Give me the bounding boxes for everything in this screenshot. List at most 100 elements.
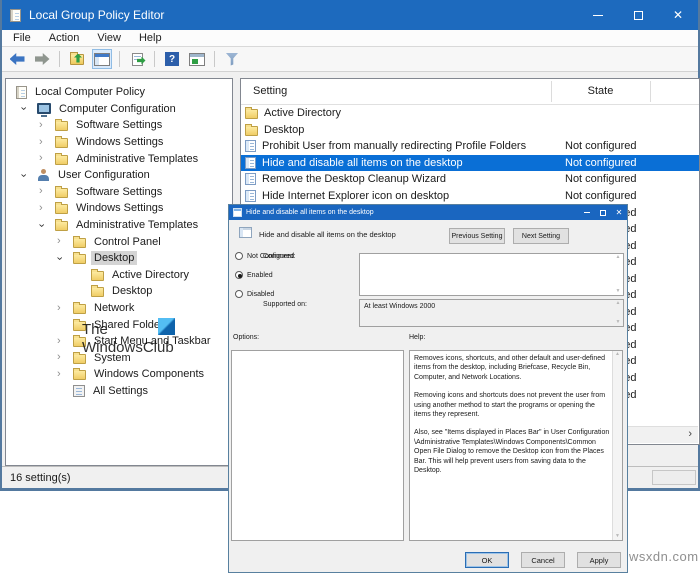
comment-scrollbar[interactable]: ▲▼ bbox=[614, 255, 622, 294]
tree-expander[interactable]: › bbox=[54, 303, 73, 314]
radio-disabled-circle[interactable] bbox=[235, 290, 243, 298]
tree-item-active-directory[interactable]: Active Directory bbox=[6, 267, 232, 284]
row-icon-wrap bbox=[245, 124, 258, 136]
tree-expander[interactable]: › bbox=[18, 103, 37, 114]
tree-expander[interactable]: › bbox=[36, 186, 55, 197]
forward-button[interactable] bbox=[32, 49, 52, 69]
menu-help[interactable]: Help bbox=[130, 30, 171, 46]
column-header-setting[interactable]: Setting bbox=[253, 85, 287, 97]
tree-expander[interactable]: › bbox=[54, 336, 73, 347]
tree-item-label: Local Computer Policy bbox=[32, 85, 148, 99]
setting-name: Remove the Desktop Cleanup Wizard bbox=[262, 173, 446, 185]
tree-item-administrative-templates[interactable]: ›Administrative Templates bbox=[6, 217, 232, 234]
dialog-maximize-button[interactable] bbox=[595, 205, 611, 220]
folder-icon bbox=[55, 155, 68, 165]
help-button[interactable]: ? bbox=[162, 49, 182, 69]
radio-enabled[interactable]: Enabled bbox=[235, 271, 273, 279]
tree-item-label: Network bbox=[91, 301, 137, 315]
tree-item-shared-folders[interactable]: Shared Folders bbox=[6, 316, 232, 333]
tree-item-windows-components[interactable]: › Windows Components bbox=[6, 366, 232, 383]
tree-item-computer-configuration[interactable]: ›Computer Configuration bbox=[6, 101, 232, 118]
toolbar-separator bbox=[119, 51, 120, 67]
options-label: Options: bbox=[233, 334, 259, 341]
filter-button[interactable] bbox=[222, 49, 242, 69]
scroll-up-icon: ▲ bbox=[616, 255, 621, 260]
radio-not-configured-circle[interactable] bbox=[235, 252, 243, 260]
tree-item-windows-settings[interactable]: ›Windows Settings bbox=[6, 134, 232, 151]
menu-view[interactable]: View bbox=[88, 30, 130, 46]
settings-icon bbox=[73, 385, 85, 397]
dialog-minimize-button[interactable] bbox=[579, 205, 595, 220]
scroll-right-icon[interactable]: › bbox=[688, 428, 692, 440]
tree-expander[interactable]: › bbox=[54, 236, 73, 247]
supported-on-label: Supported on: bbox=[263, 301, 307, 308]
tree-expander[interactable]: › bbox=[54, 352, 73, 363]
menu-action[interactable]: Action bbox=[40, 30, 89, 46]
column-header-state[interactable]: State bbox=[551, 85, 650, 97]
tree-expander[interactable]: › bbox=[54, 253, 73, 264]
status-text: 16 setting(s) bbox=[10, 472, 71, 484]
tree-item-administrative-templates[interactable]: ›Administrative Templates bbox=[6, 150, 232, 167]
tree-expander[interactable]: › bbox=[36, 220, 55, 231]
radio-enabled-circle[interactable] bbox=[235, 271, 243, 279]
tree-item-desktop[interactable]: Desktop bbox=[6, 283, 232, 300]
tree-item-label: Windows Components bbox=[91, 367, 207, 381]
tree-item-user-configuration[interactable]: ›User Configuration bbox=[6, 167, 232, 184]
folder-icon bbox=[73, 238, 86, 248]
dialog-close-button[interactable]: ✕ bbox=[611, 205, 627, 220]
list-row-remove-the-desktop-cleanup-wizard[interactable]: Remove the Desktop Cleanup WizardNot con… bbox=[241, 171, 699, 188]
tree-item-software-settings[interactable]: ›Software Settings bbox=[6, 184, 232, 201]
tree-item-start-menu-and-taskbar[interactable]: ›Start Menu and Taskbar bbox=[6, 333, 232, 350]
tree-item-software-settings[interactable]: ›Software Settings bbox=[6, 117, 232, 134]
close-button[interactable]: ✕ bbox=[658, 0, 698, 30]
list-row-desktop[interactable]: Desktop bbox=[241, 122, 699, 139]
tree-expander[interactable]: › bbox=[36, 153, 55, 164]
up-one-level-button[interactable] bbox=[67, 49, 87, 69]
toolbar-separator bbox=[154, 51, 155, 67]
user-icon bbox=[37, 169, 50, 182]
extended-view-button[interactable] bbox=[187, 49, 207, 69]
comment-textarea[interactable]: ▲▼ bbox=[359, 253, 624, 296]
tree-item-all-settings[interactable]: All Settings bbox=[6, 383, 232, 400]
tree-item-local-computer-policy[interactable]: Local Computer Policy bbox=[6, 84, 232, 101]
help-panel: Removes icons, shortcuts, and other defa… bbox=[409, 350, 623, 541]
folder-icon bbox=[55, 204, 68, 214]
row-icon-wrap bbox=[245, 190, 256, 202]
column-separator[interactable] bbox=[650, 81, 651, 102]
tree-expander[interactable]: › bbox=[54, 369, 73, 380]
tree-expander[interactable]: › bbox=[36, 120, 55, 131]
supported-scrollbar[interactable]: ▲▼ bbox=[614, 301, 622, 325]
help-label: Help: bbox=[409, 334, 425, 341]
chevron-down-icon: › bbox=[35, 223, 46, 227]
tree-item-control-panel[interactable]: ›Control Panel bbox=[6, 233, 232, 250]
tree-item-desktop[interactable]: ›Desktop bbox=[6, 250, 232, 267]
tree-item-label: Active Directory bbox=[109, 268, 192, 282]
tree-expander[interactable]: › bbox=[36, 203, 55, 214]
menu-file[interactable]: File bbox=[4, 30, 40, 46]
next-setting-button[interactable]: Next Setting bbox=[513, 228, 569, 244]
previous-setting-button[interactable]: Previous Setting bbox=[449, 228, 505, 244]
tree-item-label: Shared Folders bbox=[91, 318, 172, 332]
scroll-down-icon: ▼ bbox=[616, 289, 621, 294]
cancel-button[interactable]: Cancel bbox=[521, 552, 565, 568]
back-button[interactable] bbox=[7, 49, 27, 69]
tree-item-windows-settings[interactable]: ›Windows Settings bbox=[6, 200, 232, 217]
export-list-button[interactable] bbox=[127, 49, 147, 69]
list-row-hide-and-disable-all-items-on-the-deskto[interactable]: Hide and disable all items on the deskto… bbox=[241, 155, 699, 172]
ok-button[interactable]: OK bbox=[465, 552, 509, 568]
minimize-button[interactable] bbox=[578, 0, 618, 30]
apply-button[interactable]: Apply bbox=[577, 552, 621, 568]
folder-icon bbox=[245, 126, 258, 136]
tree-expander[interactable]: › bbox=[18, 170, 37, 181]
maximize-button[interactable] bbox=[618, 0, 658, 30]
tree-item-network[interactable]: › Network bbox=[6, 300, 232, 317]
tree-expander[interactable]: › bbox=[36, 137, 55, 148]
help-scrollbar[interactable]: ▲ ▼ bbox=[612, 351, 622, 540]
setting-name: Active Directory bbox=[264, 107, 341, 119]
radio-disabled[interactable]: Disabled bbox=[235, 290, 274, 298]
tree-item-system[interactable]: ›System bbox=[6, 350, 232, 367]
list-row-active-directory[interactable]: Active Directory bbox=[241, 105, 699, 122]
show-console-tree-button[interactable] bbox=[92, 49, 112, 69]
list-row-prohibit-user-from-manually-redirecting-[interactable]: Prohibit User from manually redirecting … bbox=[241, 138, 699, 155]
list-row-hide-internet-explorer-icon-on-desktop[interactable]: Hide Internet Explorer icon on desktopNo… bbox=[241, 188, 699, 205]
